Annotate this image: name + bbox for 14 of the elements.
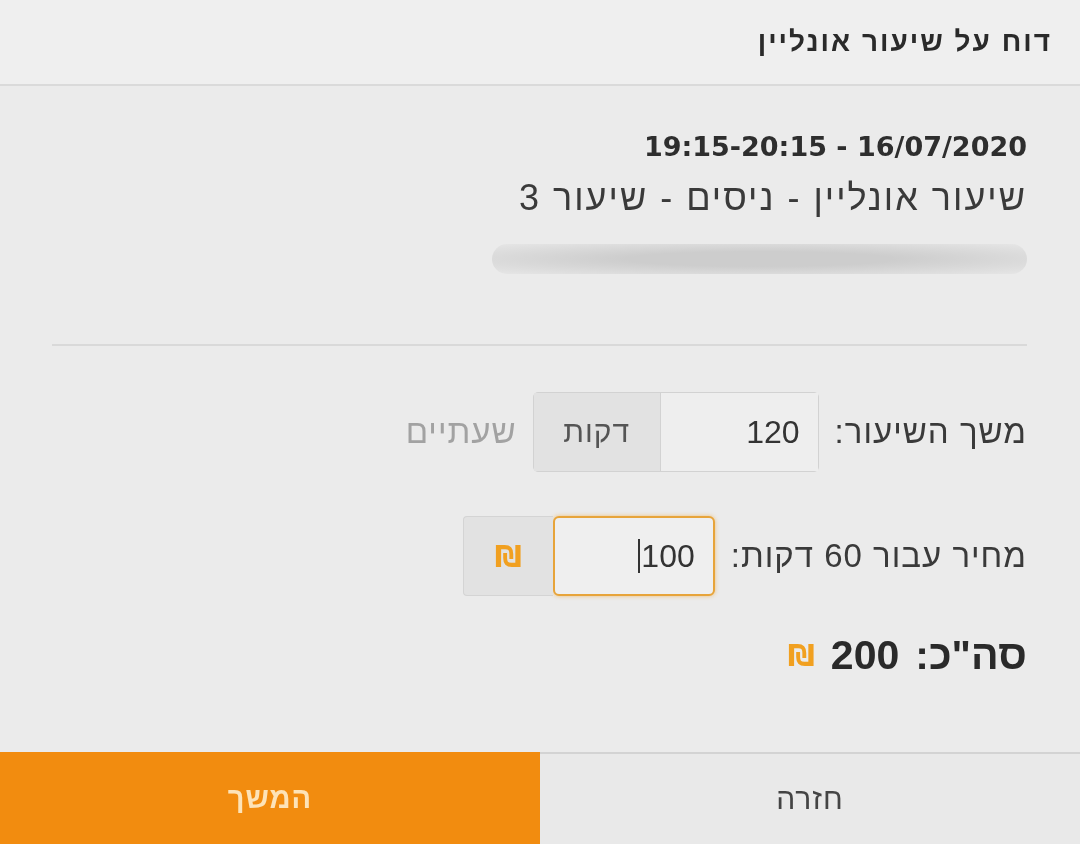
field-label: משך השיעור: (834, 413, 1027, 451)
duration-input[interactable]: 120 (659, 393, 818, 471)
total-label: סה"כ: (915, 632, 1027, 679)
currency-addon: ₪ (462, 516, 553, 596)
currency-sign: ₪ (787, 638, 815, 673)
field-label: מחיר עבור 60 דקות: (730, 537, 1027, 575)
lesson-datetime: 19:15-20:15 - 16/07/2020 (643, 130, 1027, 164)
total-amount: 200 (830, 632, 900, 679)
price-input[interactable]: 100 (552, 516, 715, 596)
dialog-title: דוח על שיעור אונליין (757, 26, 1052, 58)
duration-hint: שעתיים (405, 413, 517, 451)
lesson-name: שיעור אונליין - ניסים - שיעור 3 (518, 176, 1027, 220)
unit-addon: דקות (533, 393, 660, 471)
text-caret-icon (638, 539, 641, 573)
